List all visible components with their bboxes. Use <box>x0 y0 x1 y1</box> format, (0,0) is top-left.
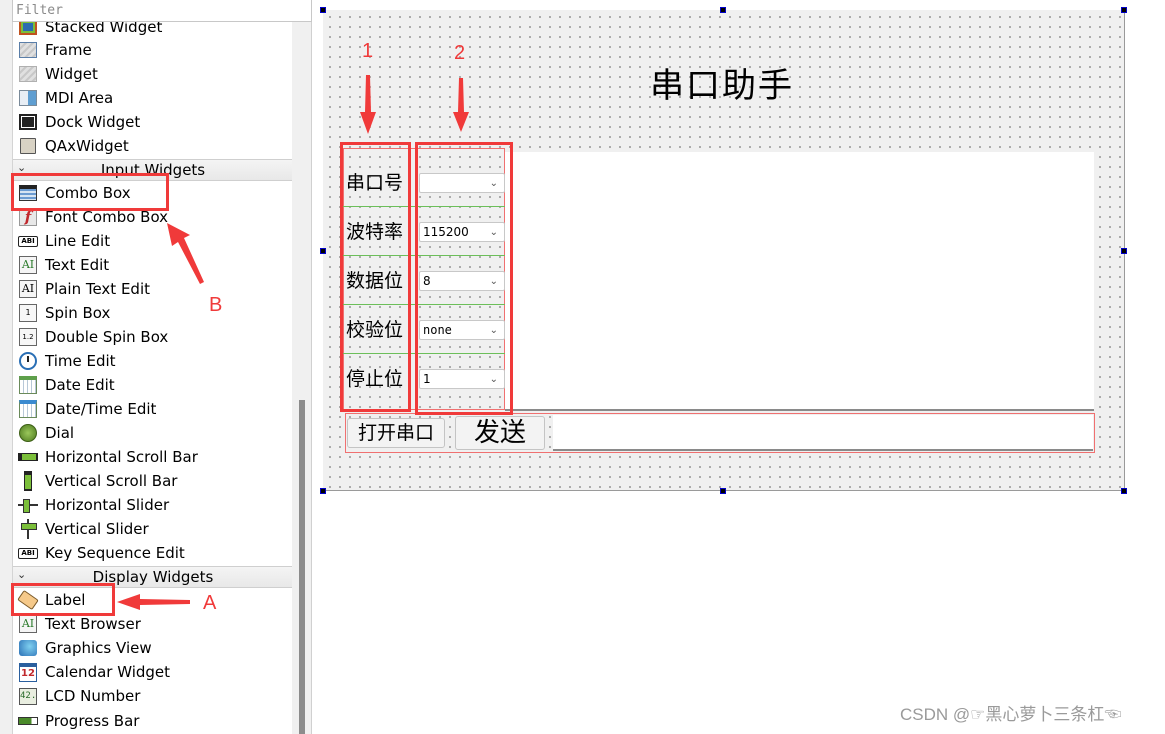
watermark: CSDN @☞黑心萝卜三条杠☜ <box>900 705 1122 724</box>
arrow-down-2 <box>453 78 469 132</box>
annotation-arrows <box>117 75 469 610</box>
arrow-down-1 <box>360 75 376 134</box>
arrow-to-font-combo-box <box>167 223 204 284</box>
arrow-to-label <box>117 594 190 610</box>
